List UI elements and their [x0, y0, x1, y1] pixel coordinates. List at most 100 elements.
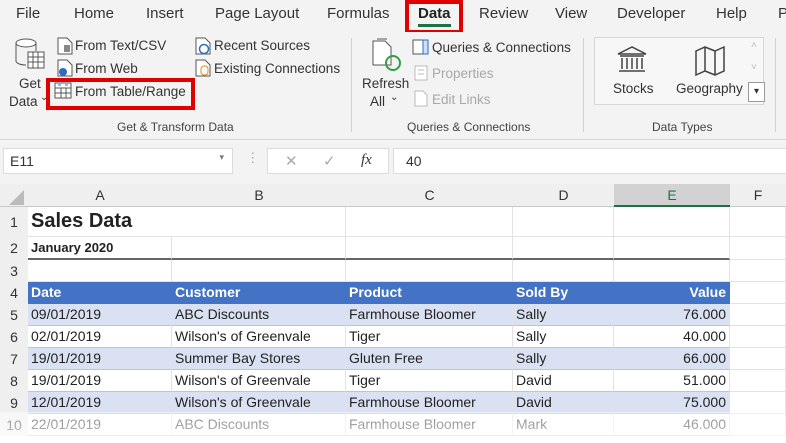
table-header-cell[interactable] — [730, 282, 786, 304]
edit-links-icon — [414, 90, 428, 107]
cell[interactable] — [614, 260, 730, 282]
cell[interactable] — [513, 207, 614, 237]
cell[interactable] — [730, 348, 786, 370]
cell[interactable] — [172, 237, 346, 260]
table-cell[interactable]: 09/01/2019 — [28, 304, 172, 326]
column-header-d[interactable]: D — [513, 184, 614, 207]
table-cell[interactable]: David — [513, 392, 614, 414]
table-cell[interactable]: Sally — [513, 326, 614, 348]
fade-overlay — [0, 412, 786, 443]
cell[interactable] — [513, 260, 614, 282]
formula-input[interactable]: 40 — [393, 148, 786, 174]
cell[interactable] — [614, 237, 730, 260]
tab-insert[interactable]: Insert — [146, 5, 184, 22]
table-cell[interactable]: 75.000 — [614, 392, 730, 414]
row-header[interactable]: 9 — [0, 392, 28, 414]
table-cell[interactable]: 51.000 — [614, 370, 730, 392]
column-header-b[interactable]: B — [172, 184, 346, 207]
cell[interactable] — [172, 207, 346, 237]
gallery-scroll-up-icon[interactable]: ˄ — [751, 40, 757, 51]
enter-icon[interactable]: ✓ — [323, 152, 336, 170]
row-header[interactable]: 8 — [0, 370, 28, 392]
row-header[interactable]: 2 — [0, 237, 28, 260]
table-cell[interactable]: Wilson's of Greenvale — [172, 326, 346, 348]
table-cell[interactable]: ABC Discounts — [172, 304, 346, 326]
insert-function-icon[interactable]: fx — [361, 152, 372, 169]
row-header[interactable]: 5 — [0, 304, 28, 326]
column-header-f[interactable]: F — [730, 184, 786, 207]
table-cell[interactable]: Wilson's of Greenvale — [172, 392, 346, 414]
cell[interactable] — [730, 304, 786, 326]
get-data-label-2: Data — [9, 94, 38, 109]
tab-review[interactable]: Review — [479, 5, 528, 22]
table-cell[interactable]: 66.000 — [614, 348, 730, 370]
table-cell[interactable]: 19/01/2019 — [28, 348, 172, 370]
cell[interactable] — [513, 237, 614, 260]
group-separator — [775, 38, 776, 132]
table-cell[interactable]: Gluten Free — [346, 348, 513, 370]
tab-view[interactable]: View — [555, 5, 587, 22]
table-cell[interactable]: Farmhouse Bloomer — [346, 392, 513, 414]
cell[interactable] — [346, 260, 513, 282]
table-cell[interactable]: Sally — [513, 348, 614, 370]
tab-more[interactable]: P — [778, 5, 786, 22]
cell[interactable] — [172, 260, 346, 282]
cell[interactable] — [28, 260, 172, 282]
gallery-more-icon[interactable]: ▾ — [748, 82, 765, 102]
table-cell[interactable]: 40.000 — [614, 326, 730, 348]
cell[interactable] — [730, 392, 786, 414]
table-cell[interactable]: 76.000 — [614, 304, 730, 326]
cell[interactable] — [730, 326, 786, 348]
cell[interactable] — [730, 237, 786, 260]
cell[interactable] — [730, 260, 786, 282]
cell[interactable] — [346, 237, 513, 260]
table-cell[interactable]: Sally — [513, 304, 614, 326]
drag-handle-icon[interactable]: ⋮ — [246, 150, 260, 166]
column-header-c[interactable]: C — [346, 184, 513, 207]
table-cell[interactable]: Wilson's of Greenvale — [172, 370, 346, 392]
cell[interactable] — [730, 207, 786, 237]
table-cell[interactable]: 19/01/2019 — [28, 370, 172, 392]
column-header-a[interactable]: A — [28, 184, 172, 207]
tab-file[interactable]: File — [16, 5, 40, 22]
cell[interactable] — [346, 207, 513, 237]
tab-home[interactable]: Home — [74, 5, 114, 22]
gallery-scroll-down-icon[interactable]: ˅ — [751, 62, 757, 73]
cell[interactable] — [730, 370, 786, 392]
cancel-icon[interactable]: ✕ — [285, 152, 298, 170]
row-header[interactable]: 3 — [0, 260, 28, 282]
group-separator — [351, 38, 352, 132]
row-header[interactable]: 7 — [0, 348, 28, 370]
table-header-cell[interactable]: Date — [28, 282, 172, 304]
table-cell[interactable]: 02/01/2019 — [28, 326, 172, 348]
tab-formulas[interactable]: Formulas — [327, 5, 390, 22]
table-cell[interactable]: David — [513, 370, 614, 392]
group-separator — [583, 38, 584, 132]
tab-page-layout[interactable]: Page Layout — [215, 5, 299, 22]
column-header-e[interactable]: E — [614, 184, 730, 207]
table-header-cell[interactable]: Value — [614, 282, 730, 304]
row-header[interactable]: 1 — [0, 207, 28, 237]
table-header-cell[interactable]: Product — [346, 282, 513, 304]
table-cell[interactable]: Summer Bay Stores — [172, 348, 346, 370]
refresh-label-2: All — [370, 94, 386, 109]
row-header[interactable]: 4 — [0, 282, 28, 304]
table-cell[interactable]: 12/01/2019 — [28, 392, 172, 414]
row-header[interactable]: 6 — [0, 326, 28, 348]
table-header-cell[interactable]: Sold By — [513, 282, 614, 304]
cell[interactable] — [614, 207, 730, 237]
formula-value: 40 — [406, 153, 422, 169]
tab-developer[interactable]: Developer — [617, 5, 685, 22]
queries-connections-label: Queries & Connections — [432, 40, 571, 55]
table-header-cell[interactable]: Customer — [172, 282, 346, 304]
table-cell[interactable]: Tiger — [346, 326, 513, 348]
table-cell[interactable]: Farmhouse Bloomer — [346, 304, 513, 326]
table-cell[interactable]: Tiger — [346, 370, 513, 392]
tab-help[interactable]: Help — [716, 5, 747, 22]
cell[interactable]: January 2020 — [28, 237, 172, 260]
select-all-corner[interactable] — [0, 184, 28, 207]
name-box[interactable]: E11 ▾ — [3, 148, 233, 174]
cell[interactable]: Sales Data — [28, 207, 172, 237]
group-label-queries: Queries & Connections — [407, 120, 531, 134]
ribbon-tabs: File Home Insert Page Layout Formulas Da… — [0, 0, 786, 32]
